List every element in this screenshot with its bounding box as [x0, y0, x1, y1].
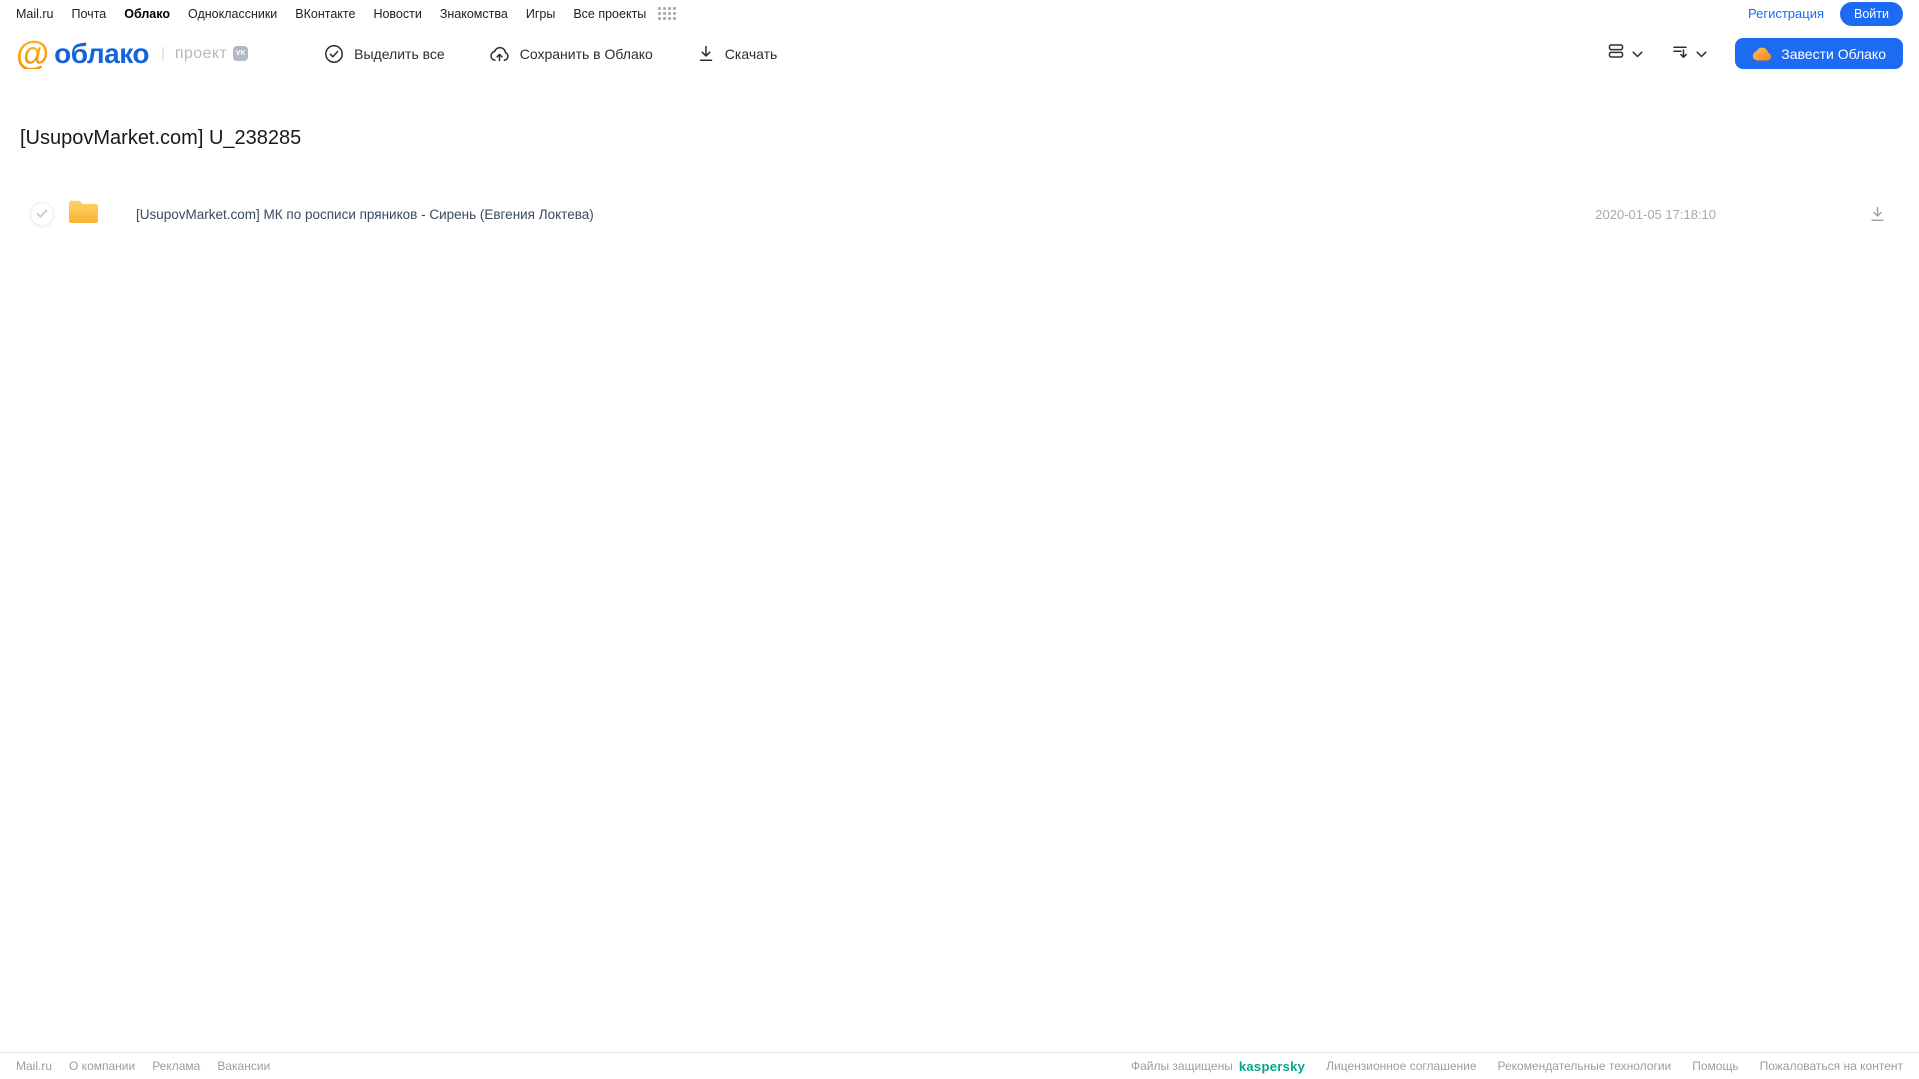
portal-link-znakomstva[interactable]: Знакомства [440, 7, 508, 21]
logo-text: облако [54, 37, 149, 69]
portal-nav-right: Регистрация Войти [1748, 1, 1903, 26]
download-label: Скачать [724, 45, 778, 62]
vk-logo-icon: VK [233, 46, 249, 61]
sort-icon [1671, 42, 1689, 65]
footer-link-license[interactable]: Лицензионное соглашение [1326, 1059, 1476, 1073]
project-label: проект [174, 44, 228, 62]
portal-link-pochta[interactable]: Почта [72, 7, 107, 21]
cloud-icon [1752, 47, 1772, 61]
list-view-icon [1607, 42, 1625, 65]
header-right: Завести Облако [1607, 38, 1903, 69]
footer-link-ads[interactable]: Реклама [152, 1059, 200, 1073]
logo-divider: | [160, 45, 165, 62]
chevron-down-icon [1696, 45, 1707, 63]
file-row[interactable]: [UsupovMarket.com] МК по росписи прянико… [0, 188, 1919, 240]
portal-link-all-projects[interactable]: Все проекты [573, 7, 646, 21]
save-to-cloud-button[interactable]: Сохранить в Облако [489, 44, 653, 64]
portal-link-novosti[interactable]: Новости [373, 7, 421, 21]
portal-link-vkontakte[interactable]: ВКонтакте [295, 7, 355, 21]
folder-icon[interactable] [67, 198, 100, 230]
cloud-logo[interactable]: @ облако | проект VK [16, 34, 249, 73]
save-to-cloud-label: Сохранить в Облако [519, 45, 653, 62]
chevron-down-icon [1632, 45, 1643, 63]
header: @ облако | проект VK Выделить все Сохран… [0, 27, 1919, 80]
footer-link-jobs[interactable]: Вакансии [217, 1059, 270, 1073]
download-icon [697, 44, 715, 63]
row-checkbox[interactable] [30, 202, 54, 226]
file-date: 2020-01-05 17:18:10 [1595, 206, 1716, 222]
portal-link-odnoklassniki[interactable]: Одноклассники [188, 7, 277, 21]
create-cloud-label: Завести Облако [1781, 45, 1886, 62]
row-download-icon[interactable] [1869, 205, 1886, 223]
login-button[interactable]: Войти [1840, 1, 1903, 26]
file-name-link[interactable]: [UsupovMarket.com] МК по росписи прянико… [136, 207, 594, 222]
sort-dropdown[interactable] [1671, 42, 1707, 65]
cloud-upload-icon [489, 44, 510, 64]
download-button[interactable]: Скачать [697, 44, 778, 63]
footer-link-help[interactable]: Помощь [1692, 1059, 1738, 1073]
create-cloud-button[interactable]: Завести Облако [1735, 38, 1903, 69]
select-all-label: Выделить все [354, 45, 445, 62]
portal-nav: Mail.ru Почта Облако Одноклассники ВКонт… [0, 0, 1919, 27]
footer-link-report-content[interactable]: Пожаловаться на контент [1760, 1059, 1903, 1073]
footer-link-recommend-tech[interactable]: Рекомендательные технологии [1498, 1059, 1672, 1073]
registration-link[interactable]: Регистрация [1748, 6, 1824, 21]
kaspersky-logo[interactable]: kaspersky [1239, 1059, 1305, 1074]
footer-link-mailru[interactable]: Mail.ru [16, 1059, 52, 1073]
portal-link-oblako[interactable]: Облако [124, 7, 170, 21]
toolbar: Выделить все Сохранить в Облако Скачать [324, 44, 821, 64]
view-mode-dropdown[interactable] [1607, 42, 1643, 65]
files-protected-label: Файлы защищены [1130, 1059, 1233, 1073]
mailru-at-icon: @ [16, 34, 50, 73]
all-projects-grid-icon[interactable] [658, 7, 677, 20]
main-content: [UsupovMarket.com] U_238285 [UsupovMarke… [0, 80, 1919, 240]
select-all-button[interactable]: Выделить все [324, 44, 445, 64]
footer-link-about[interactable]: О компании [69, 1059, 135, 1073]
page-title: [UsupovMarket.com] U_238285 [20, 127, 302, 149]
portal-link-mailru[interactable]: Mail.ru [16, 7, 54, 21]
footer-right: Файлы защищены kaspersky Лицензионное со… [1131, 1059, 1903, 1074]
circle-check-icon [324, 44, 344, 64]
footer: Mail.ru О компании Реклама Вакансии Файл… [0, 1052, 1919, 1079]
portal-link-igry[interactable]: Игры [526, 7, 555, 21]
